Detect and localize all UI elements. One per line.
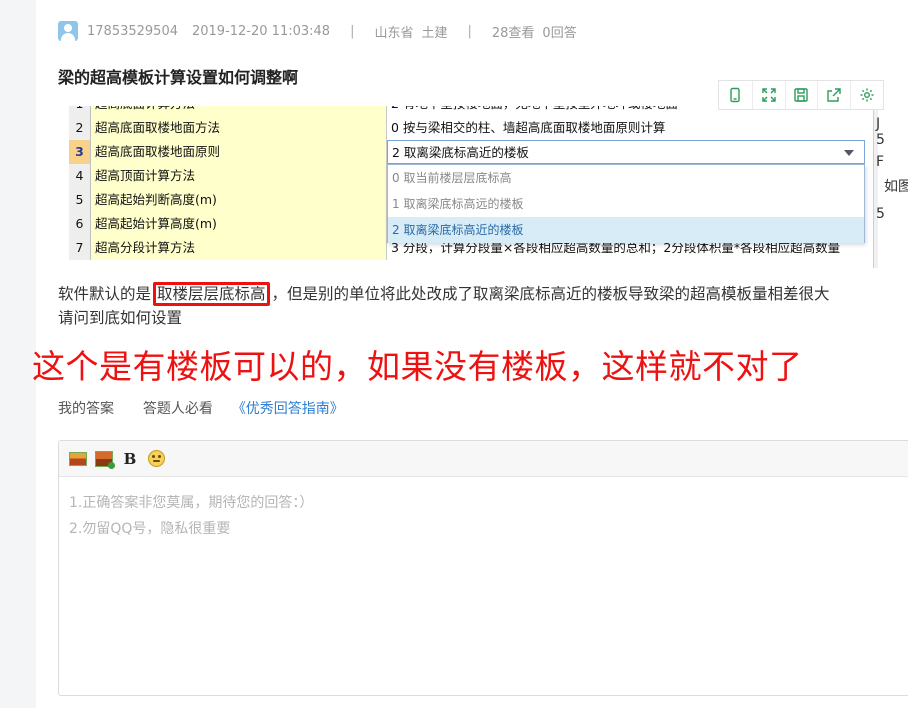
placeholder-line: 1.正确答案非您莫属，期待您的回答：） [69,495,314,511]
edge-fragment: J [876,116,881,132]
row-number: 6 [69,212,91,236]
answer-count: 0回答 [542,25,577,41]
row-name: 超高起始判断高度(m) [91,188,387,212]
question-meta: 17853529504 2019-12-20 11:03:48 | 山东省 土建… [58,20,577,42]
expand-icon[interactable] [751,81,785,109]
answer-input[interactable]: 1.正确答案非您莫属，期待您的回答：） 2.勿留QQ号，隐私很重要 [59,477,908,555]
question-screenshot-image[interactable]: 1 超高底面计算方法 2 有地下室按楼地面，无地下室按室外地坪或楼地面 2 超高… [58,106,878,268]
question-page: 17853529504 2019-12-20 11:03:48 | 山东省 土建… [32,0,908,708]
row-number: 1 [69,106,91,116]
question-text: ，但是别的单位将此处改成了取离梁底标高近的楼板导致梁的超高模板量相差很大 [271,285,830,303]
answer-header: 我的答案 答题人必看 《优秀回答指南》 [58,398,344,418]
row-value: 0 按与梁相交的柱、墙超高底面取楼地面原则计算 [387,116,865,140]
placeholder-line: 2.勿留QQ号，隐私很重要 [69,521,231,537]
user-avatar-icon[interactable] [58,21,78,41]
edge-fragment: 如图 [884,179,908,195]
image-toolbar [718,80,884,110]
dropdown-options-list: 0 取当前楼层层底标高 1 取离梁底标高远的楼板 2 取离梁底标高近的楼板 [387,164,865,243]
dropdown-value: 2 取离梁底标高近的楼板 [392,145,529,160]
edge-fragment: 5 [876,206,885,222]
cropped-text-fragments: J 5 F 如图 5 [876,110,908,230]
share-icon[interactable] [817,81,850,109]
row-number: 5 [69,188,91,212]
grid-row: 2 超高底面取楼地面方法 0 按与梁相交的柱、墙超高底面取楼地面原则计算 [69,116,865,140]
username[interactable]: 17853529504 [87,24,178,39]
insert-image-icon[interactable] [68,449,88,469]
row-name: 超高顶面计算方法 [91,164,387,188]
must-read-label: 答题人必看 [142,401,213,417]
row-number: 2 [69,116,91,140]
dropdown-option: 1 取离梁底标高远的楼板 [392,197,524,211]
meta-separator: | [350,23,355,39]
bold-button[interactable]: B [120,449,140,469]
dropdown-option-selected: 2 取离梁底标高近的楼板 [388,217,864,243]
row-number: 7 [69,236,91,260]
question-text-line2: 请问到底如何设置 [58,309,183,327]
edge-fragment: F [876,154,885,170]
category-tag[interactable]: 土建 [421,22,447,41]
row-name: 超高底面计算方法 [91,106,387,116]
question-body: 软件默认的是 取楼层层底标高 ，但是别的单位将此处改成了取离梁底标高近的楼板导致梁的… [58,282,908,330]
dropdown-option: 0 取当前楼层层底标高 [392,171,512,185]
row-name: 超高分段计算方法 [91,236,387,260]
my-answer-label: 我的答案 [58,401,114,417]
question-title: 梁的超高模板计算设置如何调整啊 [58,68,299,87]
dropdown-select: 2 取离梁底标高近的楼板 [387,140,865,164]
view-count: 28查看 [491,25,535,41]
grid-row-selected: 3 超高底面取楼地面原则 2 取离梁底标高近的楼板 [69,140,865,164]
post-datetime: 2019-12-20 11:03:48 [191,23,331,39]
highlighted-text: 取楼层层底标高 [153,282,270,306]
editor-toolbar: B [59,441,908,477]
upload-image-icon[interactable] [94,449,115,469]
row-number: 4 [69,164,91,188]
settings-icon[interactable] [850,81,883,109]
row-name: 超高底面取楼地面方法 [91,116,387,140]
question-text: 软件默认的是 [58,285,152,303]
guide-link[interactable]: 《优秀回答指南》 [232,401,344,417]
edge-fragment: 5 [876,132,885,148]
mobile-icon[interactable] [719,81,752,109]
save-icon[interactable] [784,81,818,109]
row-number: 3 [69,140,91,164]
red-annotation: 这个是有楼板可以的，如果没有楼板，这样就不对了 [32,347,803,386]
chevron-down-icon [844,150,854,156]
emoji-icon[interactable] [146,449,166,469]
province-tag[interactable]: 山东省 [374,22,413,41]
meta-separator: | [467,23,472,39]
answer-editor: B 1.正确答案非您莫属，期待您的回答：） 2.勿留QQ号，隐私很重要 [58,440,908,696]
row-name: 超高底面取楼地面原则 [91,140,387,164]
row-name: 超高起始计算高度(m) [91,212,387,236]
